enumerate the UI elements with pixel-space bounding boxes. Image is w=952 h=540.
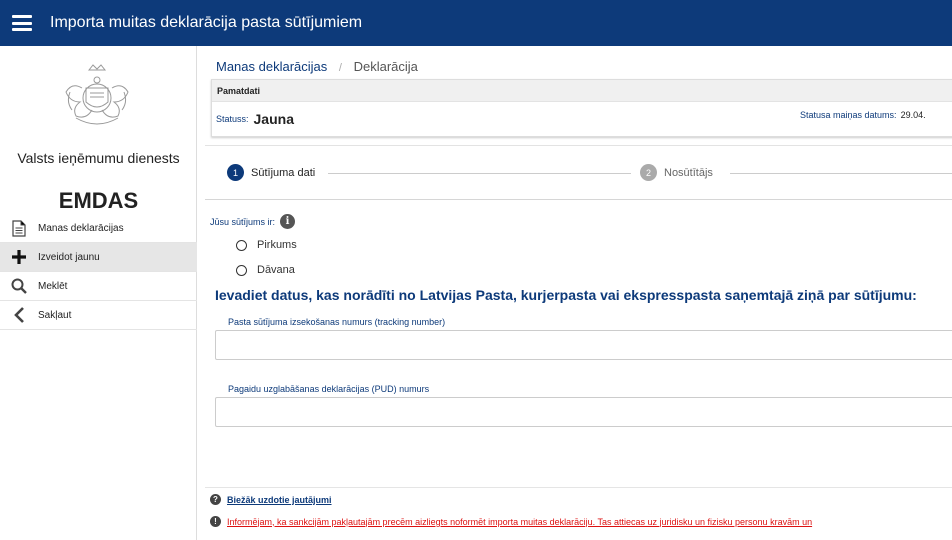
pud-number-label: Pagaidu uzglabāšanas deklarācijas (PUD) … — [228, 384, 430, 394]
step-number: 2 — [640, 164, 657, 181]
tracking-number-label: Pasta sūtījuma izsekošanas numurs (track… — [228, 317, 446, 327]
question-icon: ? — [210, 494, 221, 505]
agency-name: Valsts ieņēmumu dienests — [17, 150, 180, 166]
sidebar-item-collapse[interactable]: Sakļaut — [0, 301, 197, 330]
notice-row: ! Informējam, ka sankcijām pakļautajām p… — [210, 516, 812, 527]
app-title: Importa muitas deklarācija pasta sūtījum… — [50, 14, 363, 31]
step-label: Sūtījuma dati — [251, 166, 316, 179]
status-date-label: Statusa maiņas datums: — [800, 110, 897, 120]
step-shipment-data[interactable]: 1 Sūtījuma dati — [227, 164, 315, 181]
radio-label: Dāvana — [257, 264, 295, 276]
radio-purchase[interactable]: Pirkums — [236, 239, 297, 251]
card-header: Pamatdati — [212, 80, 952, 102]
sidebar-item-my-declarations[interactable]: Manas deklarācijas — [0, 214, 197, 243]
system-name: EMDAS — [58, 188, 139, 213]
status-date-value: 29.04. — [900, 110, 926, 120]
app-header: Importa muitas deklarācija pasta sūtījum… — [0, 0, 952, 46]
pud-number-input[interactable] — [215, 397, 952, 427]
menu-icon[interactable] — [12, 15, 32, 31]
sidebar-item-label: Izveidot jaunu — [38, 251, 100, 263]
plus-icon — [10, 248, 28, 266]
status-value: Jauna — [253, 111, 294, 127]
radio-gift[interactable]: Dāvana — [236, 264, 295, 276]
document-icon — [10, 219, 28, 237]
step-label: Nosūtītājs — [664, 166, 713, 179]
alert-icon: ! — [210, 516, 221, 527]
breadcrumb-separator: / — [338, 62, 342, 74]
step-number: 1 — [227, 164, 244, 181]
tracking-number-input[interactable] — [215, 330, 952, 360]
info-icon[interactable]: i — [280, 214, 296, 229]
radio-circle[interactable] — [236, 264, 247, 276]
shipment-type-question: Jūsu sūtījums ir: i — [210, 214, 296, 229]
faq-row: ? Biežāk uzdotie jautājumi — [210, 494, 332, 505]
radio-label: Pirkums — [257, 239, 297, 251]
breadcrumb-current: Deklarācija — [353, 59, 418, 74]
sanctions-notice-link[interactable]: Informējam, ka sankcijām pakļautajām pre… — [227, 517, 812, 527]
step-connector — [730, 173, 952, 174]
sidebar: Valsts ieņēmumu dienests EMDAS Manas dek… — [0, 46, 197, 540]
sidebar-item-search[interactable]: Meklēt — [0, 272, 197, 301]
faq-link[interactable]: Biežāk uzdotie jautājumi — [227, 495, 332, 505]
status-date: Statusa maiņas datums: 29.04. — [800, 110, 926, 120]
main-content: Manas deklarācijas / Deklarācija Pamatda… — [205, 46, 952, 540]
sidebar-nav: Manas deklarācijas Izveidot jaunu Meklēt… — [0, 214, 197, 330]
question-label: Jūsu sūtījums ir: — [210, 216, 276, 227]
step-sender[interactable]: 2 Nosūtītājs — [640, 164, 713, 181]
status-label: Statuss: — [216, 114, 249, 124]
footer: ? Biežāk uzdotie jautājumi ! Informējam,… — [205, 487, 952, 540]
form-heading: Ievadiet datus, kas norādīti no Latvijas… — [215, 287, 917, 303]
chevron-left-icon — [10, 306, 28, 324]
coat-of-arms-logo — [65, 64, 129, 125]
step-connector — [328, 173, 631, 174]
breadcrumb: Manas deklarācijas / Deklarācija — [216, 59, 418, 74]
breadcrumb-link-my-declarations[interactable]: Manas deklarācijas — [216, 59, 327, 74]
sidebar-item-create-new[interactable]: Izveidot jaunu — [0, 243, 197, 272]
search-icon — [10, 277, 28, 295]
stepper: 1 Sūtījuma dati 2 Nosūtītājs — [205, 145, 952, 200]
sidebar-item-label: Sakļaut — [38, 309, 72, 321]
basic-data-card: Pamatdati Statuss: Jauna Statusa maiņas … — [211, 79, 952, 137]
sidebar-item-label: Meklēt — [38, 280, 68, 292]
radio-circle[interactable] — [236, 239, 247, 251]
sidebar-item-label: Manas deklarācijas — [38, 222, 124, 234]
